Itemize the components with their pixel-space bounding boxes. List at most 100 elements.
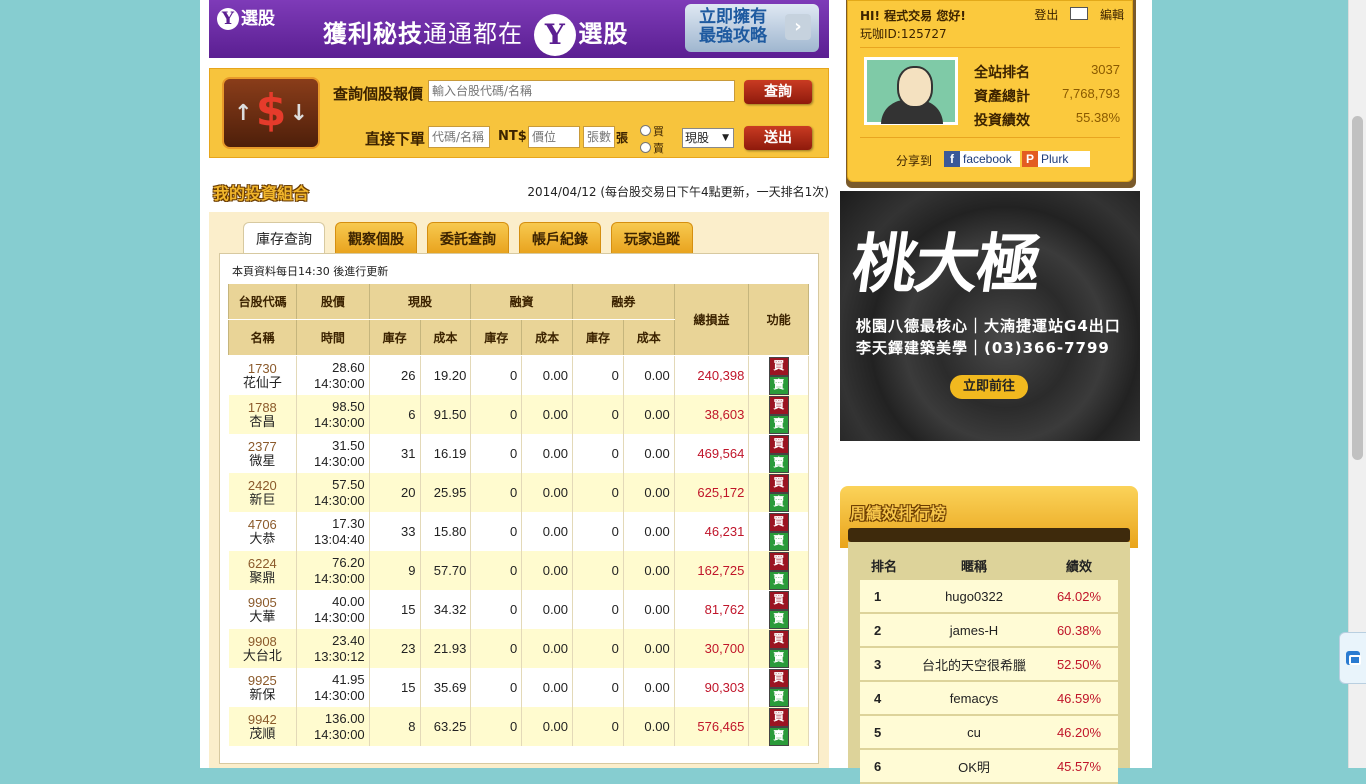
stock-code-cell[interactable]: 9925 新保 [228, 668, 298, 707]
stock-price: 76.20 [332, 554, 365, 570]
buy-button[interactable]: 買 [768, 551, 789, 571]
stock-code-cell[interactable]: 9908 大台北 [228, 629, 298, 668]
buy-button[interactable]: 買 [768, 707, 789, 727]
buy-button[interactable]: 買 [768, 668, 789, 688]
tab-watchlist[interactable]: 觀察個股 [335, 222, 417, 254]
tab-inventory[interactable]: 庫存查詢 [243, 222, 325, 255]
stock-code-cell[interactable]: 4706 大恭 [228, 512, 298, 551]
buy-button[interactable]: 買 [768, 473, 789, 493]
sell-button[interactable]: 賣 [768, 531, 789, 551]
stock-name[interactable]: 大華 [233, 609, 293, 624]
cash-hold: 33 [369, 512, 421, 551]
sell-button[interactable]: 賣 [768, 414, 789, 434]
side-widget-tab[interactable] [1339, 632, 1366, 684]
col-code: 台股代碼 [227, 284, 298, 320]
sell-button[interactable]: 賣 [768, 609, 789, 629]
rank-nickname[interactable]: OK明 [908, 749, 1040, 784]
facebook-share-button[interactable]: f facebook [944, 151, 1020, 167]
stock-code[interactable]: 2377 [233, 439, 293, 454]
stock-name[interactable]: 新保 [233, 687, 293, 702]
stock-code-cell[interactable]: 1788 杏昌 [228, 395, 298, 434]
order-type-select[interactable]: 現股 ▼ [682, 128, 734, 148]
order-label: 直接下單 [365, 130, 426, 148]
table-row: 9905 大華 40.00 14:30:00 15 34.32 0 0.00 0 0.00 81,7… [228, 590, 809, 629]
stock-code[interactable]: 1788 [233, 400, 293, 415]
tab-player-tracking[interactable]: 玩家追蹤 [611, 222, 693, 254]
rank-nickname[interactable]: cu [908, 715, 1040, 750]
sell-button[interactable]: 賣 [768, 492, 789, 512]
tab-account-log[interactable]: 帳戶紀錄 [519, 222, 601, 254]
sell-button[interactable]: 賣 [768, 453, 789, 473]
edit-link[interactable]: 編輯 [1100, 8, 1124, 22]
buy-button[interactable]: 買 [768, 356, 789, 376]
divider [860, 47, 1120, 48]
sell-radio[interactable]: 賣 [640, 140, 664, 156]
buy-button[interactable]: 買 [768, 434, 789, 454]
radio-circle-icon [640, 142, 651, 153]
buy-button[interactable]: 買 [768, 395, 789, 415]
logout-link[interactable]: 登出 [1034, 8, 1058, 22]
quote-search-button[interactable]: 查詢 [744, 80, 812, 104]
order-shares-input[interactable] [583, 126, 615, 148]
stock-name[interactable]: 微星 [233, 453, 293, 468]
stock-code[interactable]: 9905 [233, 595, 293, 610]
sell-button[interactable]: 賣 [768, 375, 789, 395]
stock-search-input[interactable] [428, 80, 735, 102]
ad-go-button[interactable]: 立即前往 [950, 375, 1028, 399]
sell-button[interactable]: 賣 [768, 570, 789, 590]
stock-name[interactable]: 杏昌 [233, 414, 293, 429]
order-code-input[interactable] [428, 126, 490, 148]
short-cost: 0.00 [623, 512, 675, 551]
buy-button[interactable]: 買 [768, 512, 789, 532]
rank-nickname[interactable]: femacys [908, 681, 1040, 716]
cash-hold: 20 [369, 473, 421, 512]
stock-code-cell[interactable]: 9905 大華 [228, 590, 298, 629]
yahoo-stock-banner[interactable]: Y 選股 獲利秘技通通都在 Y 選股 立即擁有 最強攻略 › [209, 0, 829, 58]
function-cell: 買賣 [748, 629, 809, 668]
order-submit-button[interactable]: 送出 [744, 126, 812, 150]
plurk-share-button[interactable]: P Plurk [1022, 151, 1090, 167]
stock-name[interactable]: 新巨 [233, 492, 293, 507]
stock-code-cell[interactable]: 1730 花仙子 [228, 355, 298, 395]
order-price-input[interactable] [528, 126, 580, 148]
buy-radio[interactable]: 買 [640, 123, 664, 139]
real-estate-ad[interactable]: 桃大極 桃園八德最核心｜大湳捷運站G4出口 李天鐸建築美學｜(03)366-77… [840, 191, 1140, 441]
stock-name[interactable]: 大恭 [233, 531, 293, 546]
rank-nickname[interactable]: james-H [908, 613, 1040, 648]
table-row: 9908 大台北 23.40 13:30:12 23 21.93 0 0.00 0 0.00 30,… [228, 629, 809, 668]
buy-button[interactable]: 買 [768, 590, 789, 610]
mail-icon[interactable] [1070, 7, 1089, 20]
stock-name[interactable]: 聚鼎 [233, 570, 293, 585]
stock-code[interactable]: 9908 [233, 634, 293, 649]
stock-code-cell[interactable]: 6224 聚鼎 [228, 551, 298, 590]
function-cell: 買賣 [748, 551, 809, 590]
sell-button[interactable]: 賣 [768, 648, 789, 668]
stock-code-cell[interactable]: 2377 微星 [228, 434, 298, 473]
stock-name[interactable]: 大台北 [233, 648, 293, 663]
ranking-row: 1 hugo0322 64.02% [860, 580, 1118, 614]
rank-nickname[interactable]: 台北的天空很希臘 [908, 647, 1040, 682]
sell-button[interactable]: 賣 [768, 687, 789, 707]
scrollbar-thumb[interactable] [1352, 116, 1363, 460]
tab-orders[interactable]: 委託查詢 [427, 222, 509, 254]
stock-code-cell[interactable]: 2420 新巨 [228, 473, 298, 512]
stock-code[interactable]: 2420 [233, 478, 293, 493]
function-cell: 買賣 [748, 355, 809, 395]
divider [860, 137, 1120, 138]
stock-name[interactable]: 花仙子 [233, 375, 293, 390]
stock-code[interactable]: 6224 [233, 556, 293, 571]
stat-value-performance: 55.38% [1075, 110, 1120, 125]
stock-code-cell[interactable]: 9942 茂順 [228, 707, 298, 746]
buy-button[interactable]: 買 [768, 629, 789, 649]
rank-nickname[interactable]: hugo0322 [908, 580, 1040, 614]
short-cost: 0.00 [623, 707, 675, 746]
margin-cost: 0.00 [521, 551, 574, 590]
sell-button[interactable]: 賣 [768, 726, 789, 746]
stock-code[interactable]: 9925 [233, 673, 293, 688]
stock-code[interactable]: 1730 [233, 361, 293, 376]
total-pnl: 625,172 [674, 473, 750, 512]
banner-cta-button[interactable]: 立即擁有 最強攻略 › [685, 4, 819, 52]
stock-code[interactable]: 9942 [233, 712, 293, 727]
stock-code[interactable]: 4706 [233, 517, 293, 532]
stock-name[interactable]: 茂順 [233, 726, 293, 741]
